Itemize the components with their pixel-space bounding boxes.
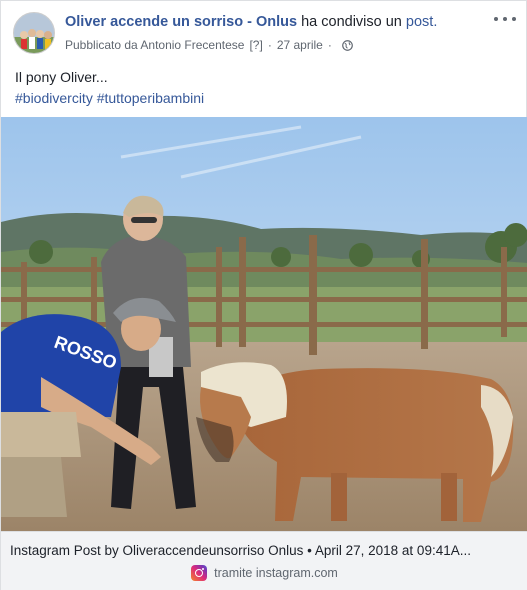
instagram-icon <box>191 565 208 581</box>
post-photo[interactable]: ROSSO <box>1 117 527 531</box>
caption-title[interactable]: Instagram Post by Oliveraccendeunsorriso… <box>10 543 520 558</box>
post-header: Oliver accende un sorriso - Onlus ha con… <box>1 1 527 63</box>
caption-source-text: tramite instagram.com <box>214 566 338 580</box>
facebook-post: Oliver accende un sorriso - Onlus ha con… <box>0 0 527 590</box>
caption-source[interactable]: tramite instagram.com <box>1 565 527 581</box>
page-avatar[interactable] <box>13 12 55 54</box>
page-name-link[interactable]: Oliver accende un sorriso - Onlus <box>65 14 297 30</box>
post-text: Il pony Oliver... <box>15 69 108 85</box>
shared-post-link[interactable]: post. <box>406 14 437 30</box>
hashtag-biodivercity[interactable]: #biodivercity <box>15 90 93 106</box>
post-meta: Pubblicato da Antonio Frecentese [?] · 2… <box>65 38 353 52</box>
hashtag-line: #biodivercity #tuttoperibambini <box>15 88 204 109</box>
post-title-line: Oliver accende un sorriso - Onlus ha con… <box>65 14 437 30</box>
more-options-icon[interactable] <box>494 13 516 25</box>
globe-icon[interactable] <box>341 39 353 51</box>
hashtag-tuttoperibambini[interactable]: #tuttoperibambini <box>97 90 204 106</box>
meta-separator: · <box>327 38 332 52</box>
shared-text: ha condiviso un <box>301 14 402 30</box>
meta-separator: · <box>267 38 272 52</box>
published-by[interactable]: Pubblicato da Antonio Frecentese <box>65 38 244 52</box>
post-text-block: Il pony Oliver... #biodivercity #tuttope… <box>15 67 204 109</box>
post-date[interactable]: 27 aprile <box>277 38 323 52</box>
link-caption[interactable]: Instagram Post by Oliveraccendeunsorriso… <box>1 531 527 590</box>
help-marker[interactable]: [?] <box>249 38 262 52</box>
